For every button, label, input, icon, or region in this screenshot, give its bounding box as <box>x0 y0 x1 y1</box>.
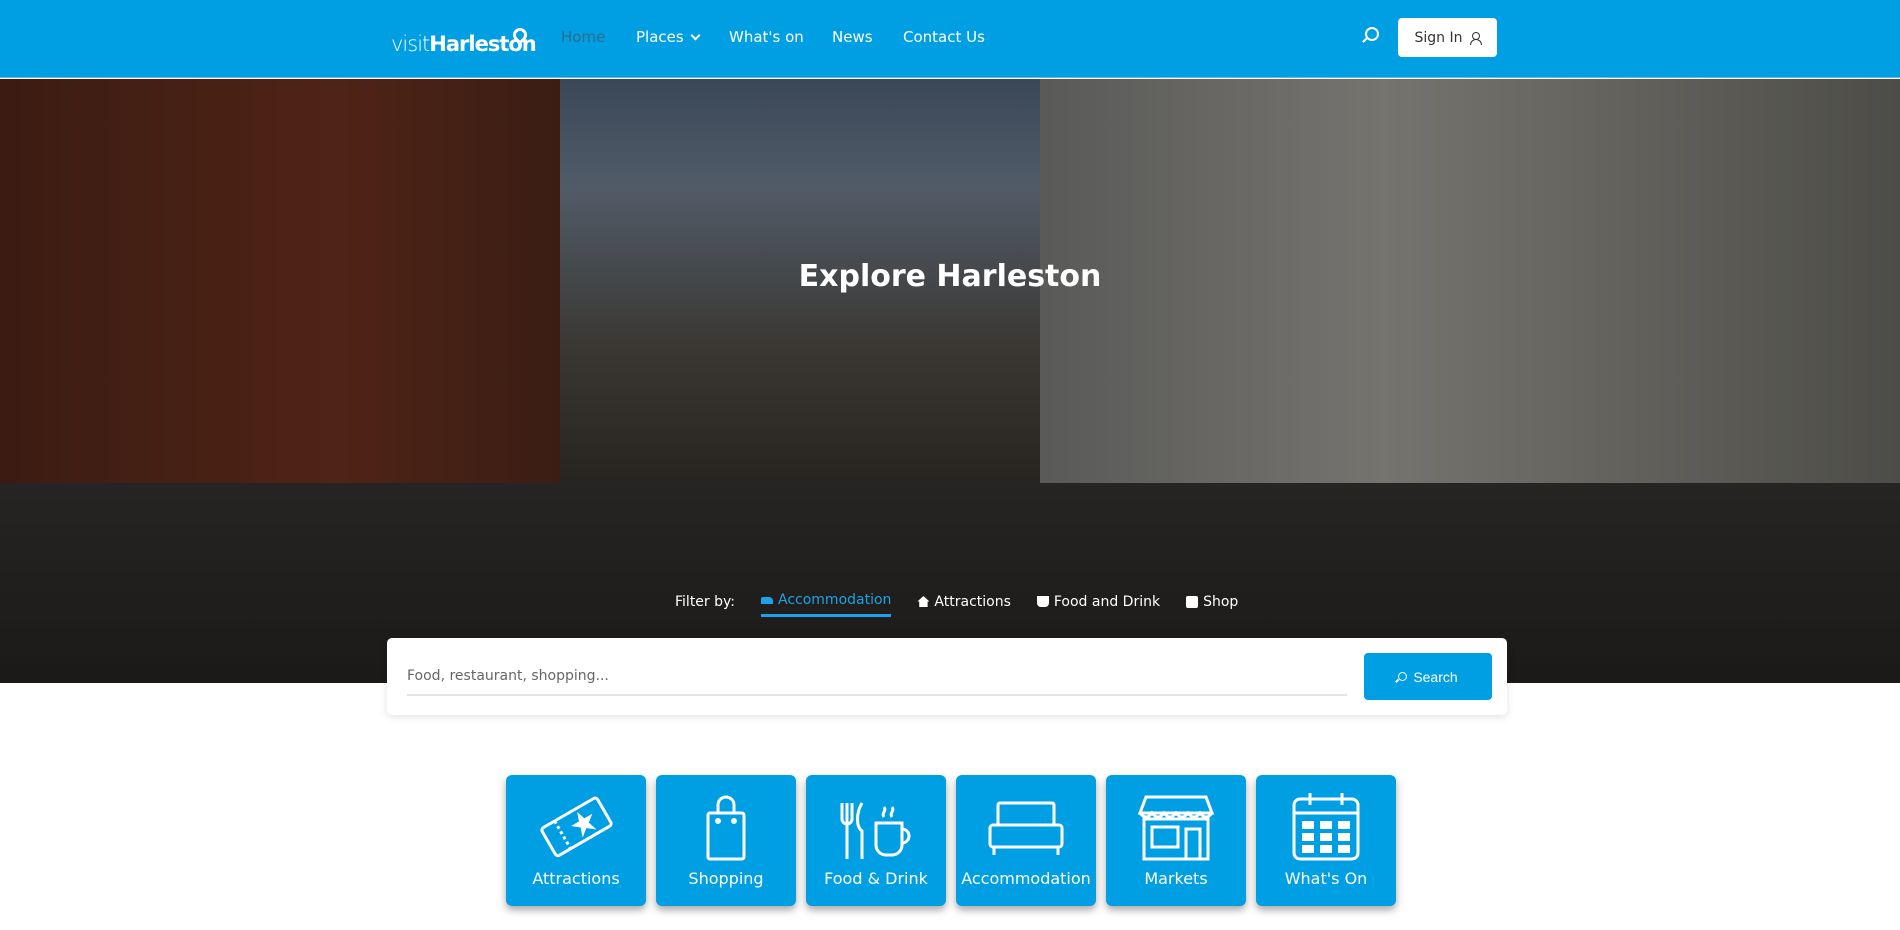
calendar-icon <box>1292 793 1360 861</box>
hero-title: Explore Harleston <box>798 259 1102 294</box>
category-label: Accommodation <box>961 869 1091 888</box>
category-label: What's On <box>1284 869 1368 888</box>
filter-attractions[interactable]: Attractions <box>917 593 1011 616</box>
category-whats-on[interactable]: What's On <box>1256 775 1396 906</box>
bed-icon <box>761 596 773 604</box>
shopping-bag-icon <box>1186 595 1199 608</box>
category-label: Shopping <box>688 869 764 888</box>
nav-places-label: Places <box>636 28 684 46</box>
top-navbar: visit Harleston Home Places What's on New… <box>0 0 1900 78</box>
category-food-drink[interactable]: Food & Drink <box>806 775 946 906</box>
search-button[interactable]: Search <box>1364 653 1492 700</box>
nav-news[interactable]: News <box>832 28 873 46</box>
shopping-bag-icon <box>706 795 746 861</box>
ticket-icon <box>540 796 613 858</box>
category-markets[interactable]: Markets <box>1106 775 1246 906</box>
nav-contact-us[interactable]: Contact Us <box>903 28 985 46</box>
storefront-icon <box>1137 795 1215 861</box>
sign-in-button[interactable]: Sign In <box>1398 18 1497 57</box>
nav-whats-on[interactable]: What's on <box>729 28 804 46</box>
filter-accommodation[interactable]: Accommodation <box>761 592 892 617</box>
chevron-down-icon <box>690 30 701 41</box>
nav-home[interactable]: Home <box>561 28 605 46</box>
category-label: Attractions <box>532 869 620 888</box>
search-card: Search <box>387 638 1507 715</box>
user-icon <box>1469 31 1482 45</box>
coffee-icon <box>1036 596 1049 607</box>
filter-shop[interactable]: Shop <box>1186 594 1238 616</box>
filter-food-and-drink[interactable]: Food and Drink <box>1036 593 1161 616</box>
filter-label-text: Shop <box>1203 593 1239 610</box>
bed-icon <box>988 801 1064 855</box>
filter-label-text: Food and Drink <box>1053 593 1161 610</box>
search-button-label: Search <box>1413 668 1458 685</box>
category-attractions[interactable]: Attractions <box>506 775 646 906</box>
search-icon <box>1398 672 1408 681</box>
home-icon <box>917 596 930 607</box>
logo[interactable]: visit Harleston <box>391 22 537 56</box>
nav-places[interactable]: Places <box>636 28 701 46</box>
filter-label: Filter by: <box>675 593 735 610</box>
filter-label-text: Accommodation <box>778 592 892 608</box>
category-label: Food & Drink <box>824 869 928 888</box>
logo-visit: visit <box>391 32 430 56</box>
search-input[interactable] <box>407 658 1347 696</box>
category-shopping[interactable]: Shopping <box>656 775 796 906</box>
filter-bar: Filter by: Accommodation Attractions Foo… <box>675 592 1238 617</box>
category-accommodation[interactable]: Accommodation <box>956 775 1096 906</box>
filter-label-text: Attractions <box>934 593 1011 610</box>
category-tiles: Attractions Shopping Food & Drink Accomm… <box>506 775 1396 906</box>
hero-banner: Explore Harleston Filter by: Accommodati… <box>0 79 1900 683</box>
logo-name: Harleston <box>429 25 537 56</box>
search-icon[interactable] <box>1365 27 1379 41</box>
sign-in-label: Sign In <box>1414 29 1463 46</box>
cutlery-cup-icon <box>840 802 911 859</box>
category-label: Markets <box>1144 869 1208 888</box>
